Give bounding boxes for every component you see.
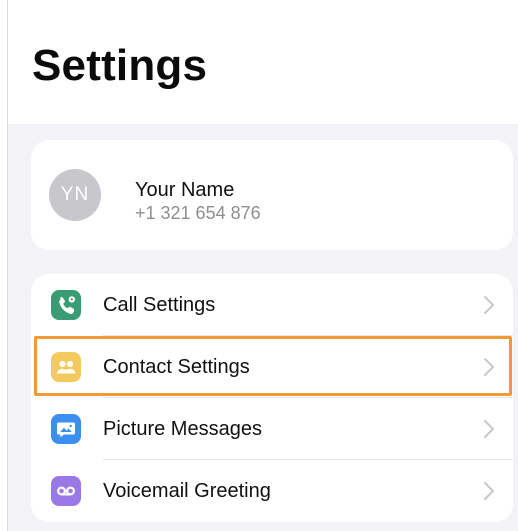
settings-item-label: Voicemail Greeting <box>103 480 271 502</box>
profile-card[interactable]: YN Your Name +1 321 654 876 <box>31 140 513 250</box>
chevron-right-icon <box>483 357 495 377</box>
settings-item-voicemail-greeting[interactable]: Voicemail Greeting <box>31 460 513 522</box>
chevron-right-icon <box>483 481 495 501</box>
settings-list: Call Settings Contact Settings Picture M… <box>31 274 513 522</box>
settings-item-contact-settings[interactable]: Contact Settings <box>31 336 513 398</box>
avatar: YN <box>49 169 101 221</box>
chevron-right-icon <box>483 419 495 439</box>
settings-item-picture-messages[interactable]: Picture Messages <box>31 398 513 460</box>
contacts-icon <box>51 352 81 382</box>
chevron-right-icon <box>483 295 495 315</box>
profile-phone: +1 321 654 876 <box>135 203 261 223</box>
settings-item-call-settings[interactable]: Call Settings <box>31 274 513 336</box>
header: Settings <box>8 0 518 124</box>
picture-message-icon <box>51 414 81 444</box>
settings-item-label: Call Settings <box>103 294 216 316</box>
avatar-initials: YN <box>60 184 90 205</box>
page-title: Settings <box>32 41 208 90</box>
voicemail-icon <box>51 476 81 506</box>
settings-content: YN Your Name +1 321 654 876 Call Setting… <box>8 124 518 531</box>
settings-item-label: Contact Settings <box>103 356 250 378</box>
settings-item-label: Picture Messages <box>103 418 262 440</box>
profile-name: Your Name <box>135 179 235 201</box>
call-settings-icon <box>51 290 81 320</box>
